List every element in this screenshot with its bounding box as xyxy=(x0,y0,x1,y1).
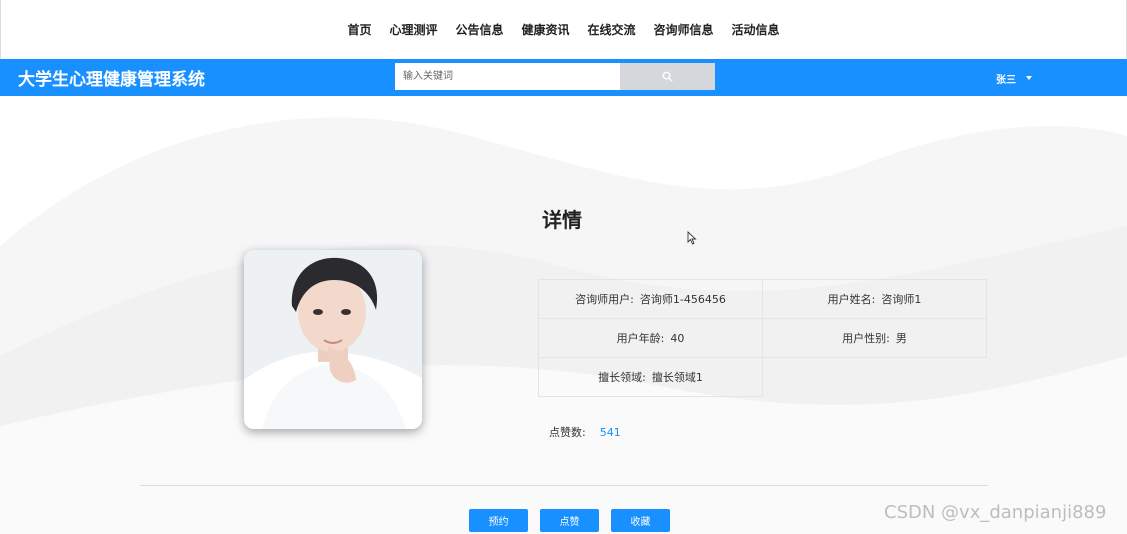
top-navigation: 首页 心理测评 公告信息 健康资讯 在线交流 咨询师信息 活动信息 xyxy=(0,0,1127,59)
nav-item-online-chat[interactable]: 在线交流 xyxy=(588,21,636,38)
nav-item-activities[interactable]: 活动信息 xyxy=(732,21,780,38)
user-name-value: 咨询师1 xyxy=(881,293,922,306)
search-input[interactable] xyxy=(395,63,620,90)
gender-value: 男 xyxy=(895,332,907,345)
user-name-label: 用户姓名: xyxy=(827,293,876,306)
counselor-avatar xyxy=(244,250,422,429)
detail-info-table: 咨询师用户: 咨询师1-456456 用户姓名: 咨询师1 用户年龄: 40 用户性别… xyxy=(538,279,987,397)
nav-item-announcements[interactable]: 公告信息 xyxy=(455,21,503,38)
table-row: 擅长领域: 擅长领域1 xyxy=(538,357,987,397)
watermark-text: CSDN @vx_danpianji889 xyxy=(884,502,1107,523)
likes-label: 点赞数: xyxy=(549,426,586,439)
field-specialty: 擅长领域: 擅长领域1 xyxy=(538,357,763,397)
header-bar: 大学生心理健康管理系统 张三 xyxy=(0,59,1127,96)
counselor-user-label: 咨询师用户: xyxy=(575,293,634,306)
age-value: 40 xyxy=(670,332,685,345)
nav-item-counselor-info[interactable]: 咨询师信息 xyxy=(654,21,714,38)
portrait-image xyxy=(244,250,422,429)
likes-row: 点赞数: 541 xyxy=(549,424,621,440)
detail-title: 详情 xyxy=(542,208,582,232)
caret-down-icon xyxy=(1026,76,1032,80)
field-counselor-user: 咨询师用户: 咨询师1-456456 xyxy=(538,279,763,319)
field-user-name: 用户姓名: 咨询师1 xyxy=(762,279,987,319)
likes-value: 541 xyxy=(599,425,621,439)
site-brand[interactable]: 大学生心理健康管理系统 xyxy=(18,65,205,90)
like-button[interactable]: 点赞 xyxy=(540,509,599,532)
book-button[interactable]: 预约 xyxy=(469,509,528,532)
search-button[interactable] xyxy=(620,63,715,90)
nav-item-psych-test[interactable]: 心理测评 xyxy=(389,21,437,38)
search-icon xyxy=(662,71,673,82)
user-menu[interactable]: 张三 xyxy=(996,70,1032,86)
field-age: 用户年龄: 40 xyxy=(538,318,763,358)
specialty-value: 擅长领域1 xyxy=(651,371,703,384)
specialty-label: 擅长领域: xyxy=(598,371,646,384)
user-name: 张三 xyxy=(996,74,1016,86)
gender-label: 用户性别: xyxy=(842,332,890,345)
empty-cell xyxy=(763,358,987,397)
counselor-user-value: 咨询师1-456456 xyxy=(639,293,726,306)
favorite-button[interactable]: 收藏 xyxy=(611,509,670,532)
nav-item-home[interactable]: 首页 xyxy=(347,21,371,38)
mouse-cursor-icon xyxy=(687,231,697,245)
divider xyxy=(140,485,988,486)
table-row: 咨询师用户: 咨询师1-456456 用户姓名: 咨询师1 xyxy=(538,279,987,319)
nav-item-health-news[interactable]: 健康资讯 xyxy=(521,21,569,38)
table-row: 用户年龄: 40 用户性别: 男 xyxy=(538,318,987,358)
field-gender: 用户性别: 男 xyxy=(762,318,987,358)
age-label: 用户年龄: xyxy=(616,332,665,345)
